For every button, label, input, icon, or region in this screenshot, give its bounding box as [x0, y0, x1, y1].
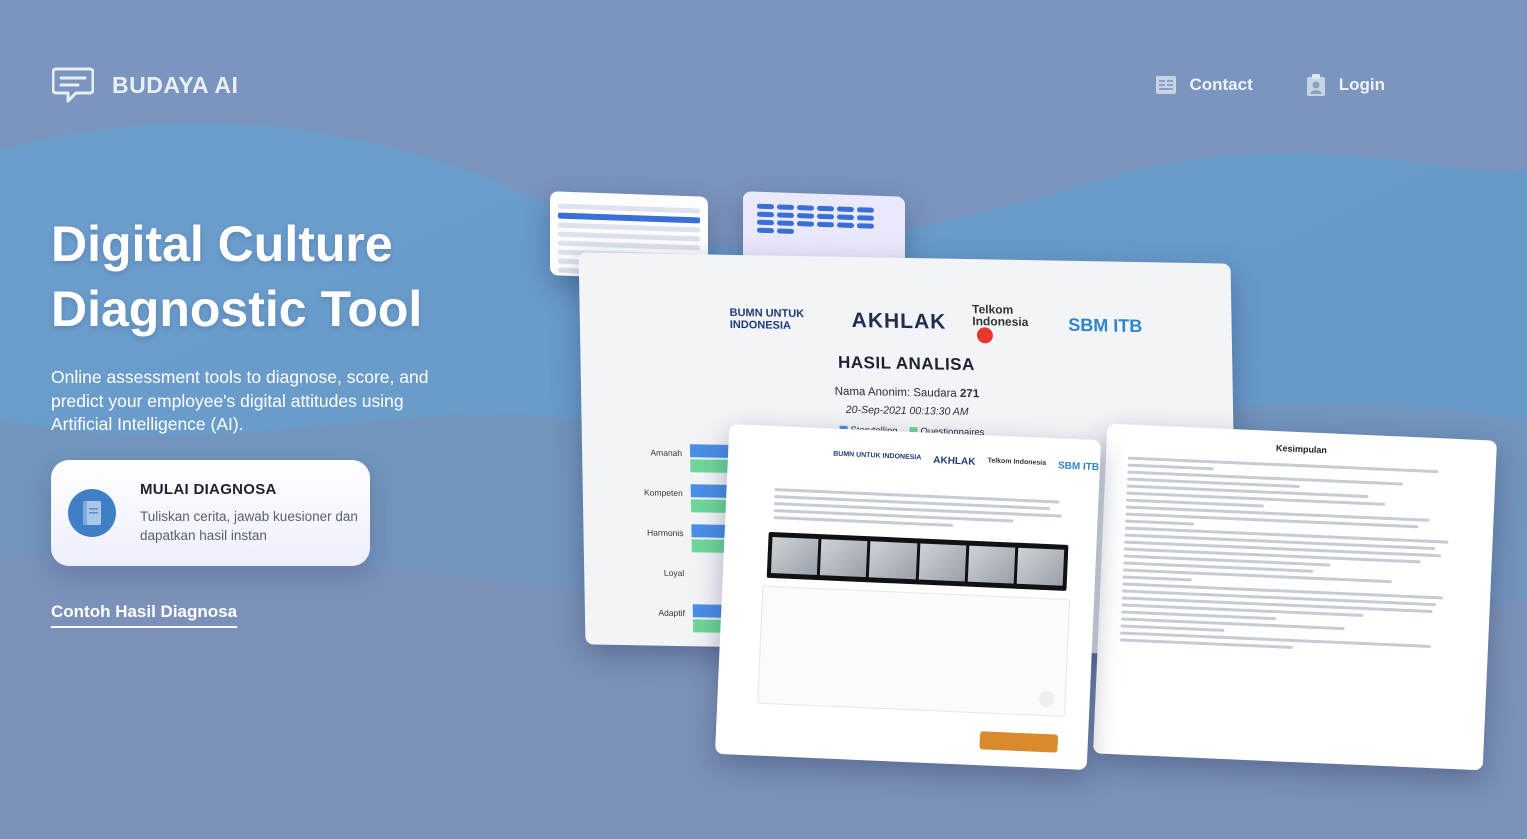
form-instructions — [773, 484, 1074, 536]
conclusion-preview: Kesimpulan — [1092, 423, 1498, 771]
comic-strip-image — [766, 531, 1069, 591]
bar-label: Amanah — [650, 447, 683, 459]
hero-title-line-2: Diagnostic Tool — [51, 281, 423, 337]
book-icon — [68, 489, 116, 537]
chat-bubble-icon — [52, 66, 94, 104]
form-logos: BUMN UNTUK INDONESIA AKHLAK Telkom Indon… — [833, 450, 1100, 474]
sbm-itb-logo: SBM ITB — [1068, 314, 1143, 336]
microphone-icon — [1038, 690, 1056, 708]
telkom-logo: Telkom Indonesia — [972, 302, 1043, 344]
send-button-preview — [979, 731, 1059, 753]
conclusion-text — [1119, 453, 1473, 661]
report-title: HASIL ANALISA — [837, 352, 975, 375]
hero-title-line-1: Digital Culture — [51, 216, 393, 272]
brand-name: BUDAYA AI — [112, 71, 239, 98]
hero-subtitle: Online assessment tools to diagnose, sco… — [51, 367, 429, 434]
nav-contact-label: Contact — [1189, 75, 1253, 94]
start-diagnosis-button[interactable]: MULAI DIAGNOSA Tuliskan cerita, jawab ku… — [51, 460, 370, 566]
nav-login-label: Login — [1338, 75, 1385, 94]
bar-labels: Amanah Kompeten Harmonis Loyal Adaptif — [642, 447, 685, 648]
nav-contact[interactable]: Contact — [1155, 73, 1253, 97]
akhlak-logo: AKHLAK — [851, 308, 947, 334]
example-result-link[interactable]: Contoh Hasil Diagnosa — [51, 602, 238, 628]
cta-description: Tuliskan cerita, jawab kuesioner dan dap… — [140, 509, 358, 543]
bar-label: Loyal — [663, 567, 685, 579]
nav-login[interactable]: Login — [1305, 73, 1385, 97]
hero-title: Digital Culture Diagnostic Tool — [51, 212, 521, 342]
bumn-logo: BUMN UNTUK INDONESIA — [729, 306, 805, 332]
story-textarea — [757, 585, 1071, 717]
partner-logos: BUMN UNTUK INDONESIA AKHLAK Telkom Indon… — [729, 299, 1142, 346]
story-form-preview: BUMN UNTUK INDONESIA AKHLAK Telkom Indon… — [714, 424, 1102, 770]
user-badge-icon — [1305, 73, 1327, 97]
cta-title: MULAI DIAGNOSA — [140, 481, 277, 498]
contact-card-icon — [1155, 73, 1177, 97]
bar-label: Harmonis — [647, 527, 684, 539]
bar-label: Kompeten — [643, 487, 683, 499]
brand-logo[interactable]: BUDAYA AI — [52, 66, 238, 104]
bar-label: Adaptif — [658, 607, 685, 619]
top-nav: Contact Login — [1155, 73, 1385, 97]
